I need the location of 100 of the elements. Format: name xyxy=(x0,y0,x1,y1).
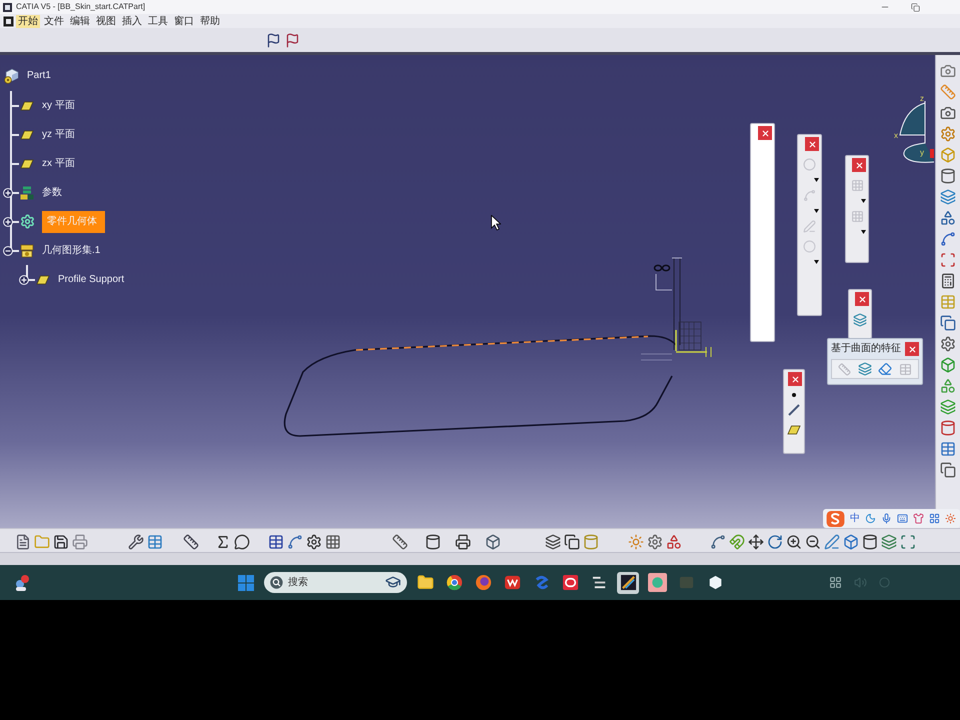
layers-icon[interactable] xyxy=(940,189,956,205)
construction-lines-drawing[interactable] xyxy=(640,258,712,360)
menu-item[interactable]: 开始 xyxy=(16,14,40,28)
scan-frame-icon[interactable] xyxy=(900,534,916,550)
dropdown-arrow-icon[interactable] xyxy=(861,199,866,203)
dropdown-arrow-icon[interactable] xyxy=(814,178,819,182)
close-button[interactable] xyxy=(905,342,919,356)
close-button[interactable] xyxy=(855,292,869,306)
menu-item[interactable]: 文件 xyxy=(42,14,66,28)
ime-logo-icon[interactable] xyxy=(826,510,845,526)
layers-icon[interactable] xyxy=(853,313,867,327)
menu-item[interactable]: 编辑 xyxy=(68,14,92,28)
gear-icon[interactable] xyxy=(647,534,663,550)
calculator-icon[interactable] xyxy=(940,273,956,289)
hexagon-icon xyxy=(708,575,722,590)
flag-icon[interactable] xyxy=(266,32,281,48)
tree-item[interactable]: 参数 xyxy=(41,184,63,200)
dropdown-arrow-icon[interactable] xyxy=(814,260,819,264)
collapse-toggle-icon[interactable] xyxy=(3,246,13,256)
highlighted-curve-segment[interactable] xyxy=(356,336,648,351)
menu-item[interactable]: 插入 xyxy=(120,14,144,28)
people-badge-icon[interactable] xyxy=(13,574,31,592)
zoom-in-icon[interactable] xyxy=(786,534,802,550)
grid-icon[interactable] xyxy=(929,513,940,524)
table-icon[interactable] xyxy=(147,534,163,550)
compass-drawing[interactable] xyxy=(900,100,934,163)
cylinder-icon[interactable] xyxy=(425,534,441,550)
close-button[interactable] xyxy=(852,158,866,172)
cube-icon[interactable] xyxy=(843,534,859,550)
cylinder-icon[interactable] xyxy=(862,534,878,550)
menu-item[interactable]: 视图 xyxy=(94,14,118,28)
camera-icon[interactable] xyxy=(940,63,956,79)
shirt-icon[interactable] xyxy=(913,513,924,524)
expand-toggle-icon[interactable] xyxy=(3,188,13,198)
shapes-icon[interactable] xyxy=(940,378,956,394)
gear-icon[interactable] xyxy=(306,534,322,550)
cube-icon[interactable] xyxy=(485,534,501,550)
close-button[interactable] xyxy=(758,126,772,140)
sun-icon[interactable] xyxy=(945,513,956,524)
search-field[interactable]: 搜索 xyxy=(264,572,407,593)
grid-icon[interactable] xyxy=(325,534,341,550)
spline-curve-icon[interactable] xyxy=(287,534,303,550)
cylinder-icon[interactable] xyxy=(940,420,956,436)
layers-icon[interactable] xyxy=(545,534,561,550)
document-menu-icon[interactable] xyxy=(3,16,14,26)
circle-tile-icon xyxy=(648,573,666,592)
menu-item[interactable]: 工具 xyxy=(146,14,170,28)
ruler-icon[interactable] xyxy=(183,534,199,550)
tree-item[interactable]: xy 平面 xyxy=(41,98,76,114)
save-icon[interactable] xyxy=(53,534,69,550)
gear-icon[interactable] xyxy=(940,336,956,352)
tree-item[interactable]: 几何图形集.1 xyxy=(41,242,102,258)
move-arrows-icon[interactable] xyxy=(748,534,764,550)
dot-icon[interactable] xyxy=(792,393,796,397)
tree-item[interactable]: zx 平面 xyxy=(41,156,76,172)
spline-curve-icon[interactable] xyxy=(710,534,726,550)
keyboard-icon[interactable] xyxy=(897,513,908,524)
zoom-out-icon[interactable] xyxy=(805,534,821,550)
wrench-icon[interactable] xyxy=(128,534,144,550)
grid-icon[interactable] xyxy=(829,576,842,589)
table-icon[interactable] xyxy=(268,534,284,550)
cube-icon[interactable] xyxy=(940,357,956,373)
taskbar-button[interactable] xyxy=(646,572,668,594)
microphone-icon[interactable] xyxy=(881,513,892,524)
layers-icon[interactable] xyxy=(858,362,872,376)
spline-curve-icon[interactable] xyxy=(940,231,956,247)
moon-icon[interactable] xyxy=(865,513,876,524)
table-icon[interactable] xyxy=(940,441,956,457)
copy-icon[interactable] xyxy=(564,534,580,550)
expand-toggle-icon[interactable] xyxy=(3,217,13,227)
shapes-icon[interactable] xyxy=(666,534,682,550)
eraser-icon[interactable] xyxy=(878,362,892,376)
expand-toggle-icon[interactable] xyxy=(19,275,29,285)
close-button[interactable] xyxy=(805,137,819,151)
taskbar-button[interactable] xyxy=(617,572,639,594)
speech-bubble-icon[interactable] xyxy=(234,534,250,550)
rotate-icon[interactable] xyxy=(767,534,783,550)
dropdown-arrow-icon[interactable] xyxy=(814,209,819,213)
layers-icon[interactable] xyxy=(881,534,897,550)
tree-item[interactable]: yz 平面 xyxy=(41,126,76,142)
shapes-icon[interactable] xyxy=(940,210,956,226)
line-icon[interactable] xyxy=(788,404,800,416)
flag-icon[interactable] xyxy=(285,32,300,48)
document-icon[interactable] xyxy=(15,534,31,550)
dropdown-arrow-icon[interactable] xyxy=(861,230,866,234)
ruler-icon[interactable] xyxy=(392,534,408,550)
copy-icon[interactable] xyxy=(940,315,956,331)
profile-curve[interactable] xyxy=(284,335,676,437)
printer-icon[interactable] xyxy=(455,534,471,550)
camera-icon[interactable] xyxy=(940,105,956,121)
scan-frame-icon[interactable] xyxy=(940,252,956,268)
tree-item[interactable]: Profile Support xyxy=(57,272,126,288)
menu-item[interactable]: 窗口 xyxy=(172,14,196,28)
menu-item[interactable]: 帮助 xyxy=(198,14,222,28)
tree-item[interactable]: Part1 xyxy=(26,68,52,84)
copy-icon[interactable] xyxy=(940,462,956,478)
cylinder-icon[interactable] xyxy=(940,168,956,184)
close-button[interactable] xyxy=(788,372,802,386)
restore-button[interactable] xyxy=(910,2,920,12)
input-mode-label[interactable]: 中 xyxy=(850,512,860,524)
